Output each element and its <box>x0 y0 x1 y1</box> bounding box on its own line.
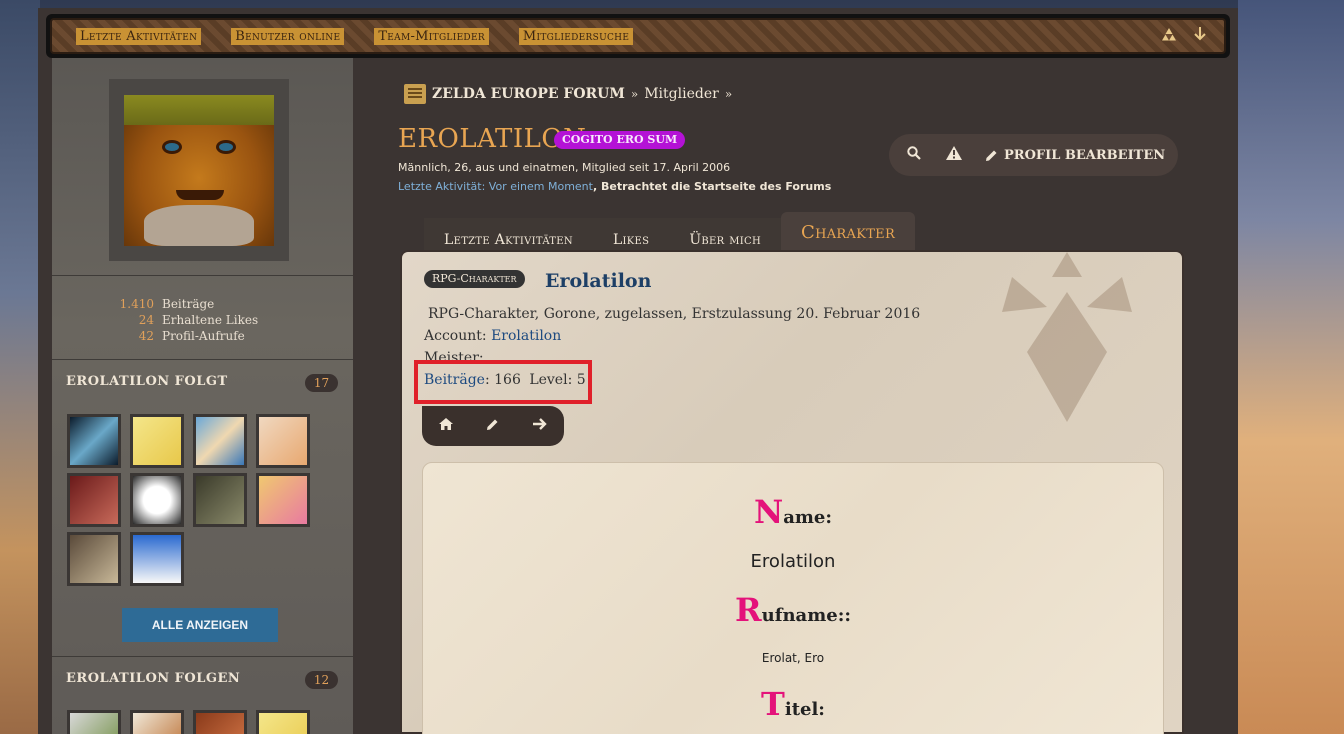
nav-item-users-online[interactable]: Benutzer online <box>231 27 345 45</box>
list-item[interactable] <box>67 414 121 468</box>
stat-row-views: 42 Profil-Aufrufe <box>52 328 353 344</box>
field-value-rufname: Erolat, Ero <box>761 651 825 665</box>
warning-icon[interactable] <box>945 146 963 164</box>
pencil-icon <box>986 150 997 161</box>
avatar-mouth <box>176 190 224 200</box>
field-initial: R <box>735 591 762 629</box>
background-sky-right <box>1238 0 1344 734</box>
character-card: RPG-Charakter Erolatilon RPG-Charakter, … <box>400 250 1184 734</box>
follows-count-badge: 17 <box>305 374 338 392</box>
navbar-inner: Letzte Aktivitäten Benutzer online Team-… <box>50 18 1226 54</box>
sidebar-divider <box>52 275 353 276</box>
search-icon[interactable] <box>905 146 923 164</box>
edit-profile-label: PROFIL BEARBEITEN <box>1004 147 1166 163</box>
background-sky-left <box>0 0 40 734</box>
stat-label: Profil-Aufrufe <box>162 329 245 343</box>
list-item[interactable] <box>67 473 121 527</box>
pencil-icon[interactable] <box>486 418 499 435</box>
character-sheet: Name: Erolatilon Rufname:: Erolat, Ero T… <box>422 462 1164 734</box>
profile-stats: 1.410 Beiträge 24 Erhaltene Likes 42 Pro… <box>52 296 353 344</box>
list-item[interactable] <box>130 473 184 527</box>
followers-avatar-grid <box>67 710 310 734</box>
avatar-eye-right <box>216 140 236 154</box>
field-initial: N <box>753 493 784 531</box>
last-activity-time: Vor einem Moment <box>488 180 593 193</box>
nav-item-latest-activity[interactable]: Letzte Aktivitäten <box>76 27 202 45</box>
nav-item-team-members[interactable]: Team-Mitglieder <box>374 27 489 45</box>
forum-logo-icon[interactable] <box>404 84 426 104</box>
character-description: RPG-Charakter, Gorone, zugelassen, Erstz… <box>428 306 921 322</box>
breadcrumb-forum-link[interactable]: ZELDA EUROPE FORUM <box>432 86 625 102</box>
followers-title: EROLATILON FOLGEN <box>66 671 241 686</box>
list-item[interactable] <box>256 710 310 734</box>
triforce-icon[interactable] <box>1162 27 1176 45</box>
nav-item-member-search[interactable]: Mitgliedersuche <box>518 27 634 45</box>
breadcrumb-separator: » <box>724 87 733 101</box>
field-initial: T <box>761 685 785 723</box>
list-item[interactable] <box>193 710 247 734</box>
profile-meta: Männlich, 26, aus und einatmen, Mitglied… <box>398 161 731 174</box>
followers-count-badge: 12 <box>305 671 338 689</box>
field-heading-titel: Titel: <box>423 685 1163 723</box>
list-item[interactable] <box>256 473 310 527</box>
stat-row-likes: 24 Erhaltene Likes <box>52 312 353 328</box>
last-activity-text: , Betrachtet die Startseite des Forums <box>592 180 832 193</box>
field-heading-rufname: Rufname:: <box>423 591 1163 629</box>
list-item[interactable] <box>256 414 310 468</box>
avatar[interactable] <box>124 95 274 246</box>
home-icon[interactable] <box>438 418 453 434</box>
last-activity-label: Letzte Aktivität: <box>398 180 486 193</box>
character-name-link[interactable]: Erolatilon <box>545 270 651 292</box>
sidebar-divider <box>52 359 353 360</box>
field-label: itel: <box>784 699 825 720</box>
rpg-character-badge: RPG-Charakter <box>424 270 525 288</box>
show-all-button[interactable]: ALLE ANZEIGEN <box>122 608 278 642</box>
stat-label: Beiträge <box>162 297 215 311</box>
stat-value: 42 <box>138 329 154 343</box>
edit-profile-button[interactable]: PROFIL BEARBEITEN <box>985 148 1165 163</box>
arrow-right-icon[interactable] <box>533 418 547 434</box>
avatar-eye-left <box>162 140 182 154</box>
follows-avatar-grid <box>67 414 310 586</box>
list-item[interactable] <box>130 532 184 586</box>
field-label: ufname:: <box>761 605 851 626</box>
arrow-down-icon[interactable] <box>1194 27 1206 45</box>
nav-icons <box>1162 27 1224 45</box>
stat-value: 1.410 <box>119 297 154 311</box>
account-link[interactable]: Erolatilon <box>491 328 561 344</box>
avatar-beard <box>144 205 254 246</box>
stat-label: Erhaltene Likes <box>162 313 259 327</box>
avatar-frame <box>109 79 289 261</box>
sidebar-divider <box>52 656 353 657</box>
list-item[interactable] <box>67 532 121 586</box>
profile-action-bar: PROFIL BEARBEITEN <box>889 134 1178 176</box>
top-navbar: Letzte Aktivitäten Benutzer online Team-… <box>46 14 1230 58</box>
stat-row-posts: 1.410 Beiträge <box>52 296 353 312</box>
breadcrumb-separator: » <box>630 87 639 101</box>
follows-title: EROLATILON FOLGT <box>66 374 228 389</box>
profile-last-activity: Letzte Aktivität: Vor einem Moment, Betr… <box>398 180 831 193</box>
user-title-badge: COGITO ERO SUM <box>554 131 686 149</box>
breadcrumb-members-link[interactable]: Mitglieder <box>644 86 719 102</box>
list-item[interactable] <box>130 710 184 734</box>
field-label: ame: <box>783 507 833 528</box>
breadcrumb: ZELDA EUROPE FORUM » Mitglieder » <box>404 84 732 104</box>
field-value-name: Erolatilon <box>750 551 836 572</box>
stat-value: 24 <box>138 313 154 327</box>
character-action-bar <box>422 406 564 446</box>
triforce-watermark-icon <box>1002 252 1132 422</box>
list-item[interactable] <box>130 414 184 468</box>
list-item[interactable] <box>193 473 247 527</box>
account-label: Account: <box>424 328 487 344</box>
list-item[interactable] <box>67 710 121 734</box>
avatar-hat <box>124 95 274 125</box>
character-account: Account: Erolatilon <box>424 328 561 344</box>
list-item[interactable] <box>193 414 247 468</box>
field-heading-name: Name: <box>423 493 1163 531</box>
highlight-box <box>414 360 592 404</box>
profile-sidebar: 1.410 Beiträge 24 Erhaltene Likes 42 Pro… <box>52 58 353 734</box>
